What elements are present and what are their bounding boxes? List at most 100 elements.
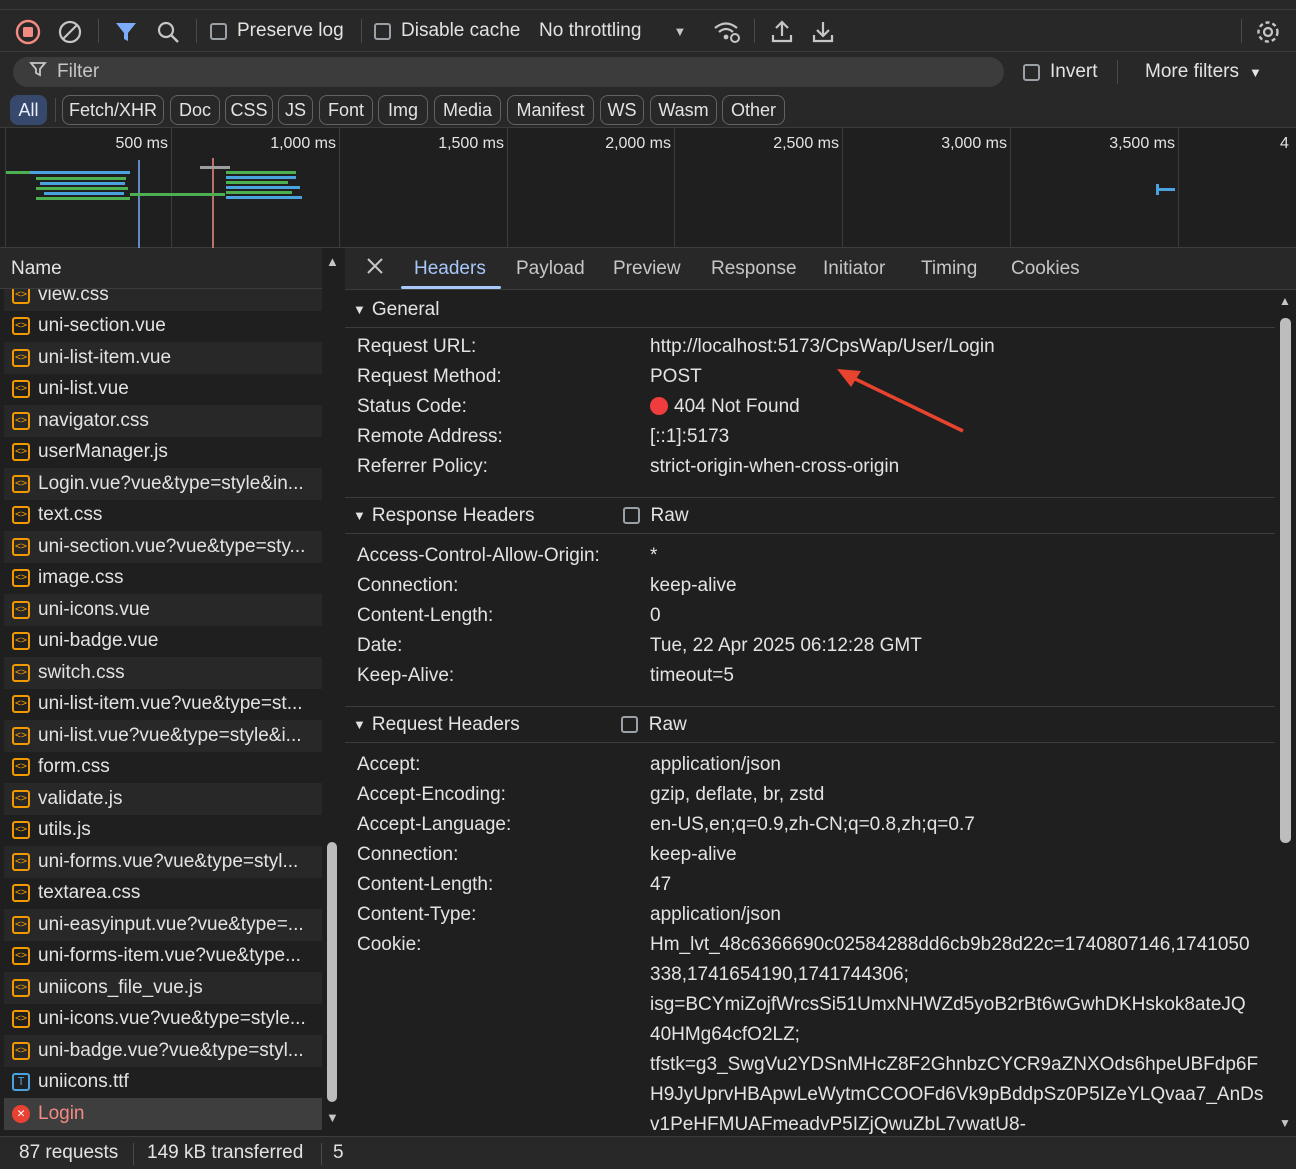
stop-recording-icon[interactable] [14, 18, 42, 46]
cookie-value-line: isg=BCYmiZojfWrcsSi51UmxNHWZd5yoB2rBt6wG… [650, 994, 1246, 1015]
request-name: uni-badge.vue?vue&type=styl... [38, 1039, 304, 1061]
code-file-icon: <> [12, 569, 30, 588]
tab-preview[interactable]: Preview [613, 258, 681, 280]
request-row[interactable]: <> uni-badge.vue [4, 626, 322, 658]
network-overview-timeline[interactable]: 500 ms 1,000 ms 1,500 ms 2,000 ms 2,500 … [0, 128, 1296, 248]
request-row[interactable]: <> image.css [4, 563, 322, 595]
disable-cache-checkbox[interactable]: Disable cache [374, 20, 520, 42]
disable-cache-box[interactable] [374, 22, 391, 40]
throttling-select[interactable]: No throttling ▼ [539, 20, 686, 42]
settings-gear-icon[interactable] [1254, 18, 1282, 46]
scroll-down-icon[interactable]: ▼ [1279, 1116, 1291, 1130]
status-text: 404 Not Found [674, 396, 800, 417]
header-key: Connection: [357, 844, 459, 865]
import-har-icon[interactable] [768, 18, 796, 46]
tab-payload[interactable]: Payload [516, 258, 585, 280]
request-name: Login [38, 1102, 85, 1124]
request-row[interactable]: <> utils.js [4, 815, 322, 847]
type-chip-js[interactable]: JS [278, 95, 313, 125]
general-section-header[interactable]: ▼ General [345, 292, 1275, 328]
request-row[interactable]: <> uni-forms.vue?vue&type=styl... [4, 846, 322, 878]
request-row[interactable]: Tuniicons.ttf [4, 1067, 322, 1099]
type-chip-wasm[interactable]: Wasm [650, 95, 717, 125]
filter-input[interactable]: Filter [13, 57, 1004, 87]
scroll-up-icon[interactable]: ▲ [1279, 294, 1291, 308]
request-row[interactable]: <> uni-easyinput.vue?vue&type=... [4, 909, 322, 941]
header-key: Accept-Encoding: [357, 784, 506, 805]
tab-response[interactable]: Response [711, 258, 797, 280]
tab-timing[interactable]: Timing [921, 258, 977, 280]
request-name: textarea.css [38, 882, 141, 904]
type-chip-media[interactable]: Media [434, 95, 501, 125]
request-list-scrollbar[interactable]: ▲ ▼ [322, 248, 344, 1136]
request-row[interactable]: <> switch.css [4, 657, 322, 689]
filter-icon[interactable] [112, 18, 140, 46]
request-row[interactable]: <> uni-list-item.vue?vue&type=st... [4, 689, 322, 721]
type-chip-doc[interactable]: Doc [170, 95, 220, 125]
request-row[interactable]: <> uni-icons.vue?vue&type=style... [4, 1004, 322, 1036]
request-list-pane: Name <> view.css <> uni-section.vue <> uni-li… [0, 248, 344, 1136]
request-row[interactable]: <> uni-list.vue [4, 374, 322, 406]
request-row[interactable]: <> navigator.css [4, 405, 322, 437]
tab-initiator[interactable]: Initiator [823, 258, 885, 280]
request-raw-checkbox[interactable] [620, 716, 638, 733]
response-raw-label: Raw [650, 504, 689, 526]
request-row[interactable]: <> text.css [4, 500, 322, 532]
response-headers-section-header[interactable]: ▼ Response Headers Raw [345, 498, 1275, 534]
type-chip-css[interactable]: CSS [225, 95, 273, 125]
type-chip-manifest[interactable]: Manifest [507, 95, 594, 125]
request-row[interactable]: <> form.css [4, 752, 322, 784]
request-row[interactable]: <> uni-list.vue?vue&type=style&i... [4, 720, 322, 752]
request-row[interactable]: <> uni-badge.vue?vue&type=styl... [4, 1035, 322, 1067]
request-row[interactable]: <> textarea.css [4, 878, 322, 910]
type-chip-other[interactable]: Other [722, 95, 785, 125]
request-row[interactable]: <> view.css [4, 289, 322, 311]
request-row[interactable]: <> Login.vue?vue&type=style&in... [4, 468, 322, 500]
close-icon[interactable] [365, 256, 385, 282]
clear-icon[interactable] [56, 18, 84, 46]
filter-placeholder: Filter [57, 61, 100, 82]
request-row[interactable]: <> uni-icons.vue [4, 594, 322, 626]
code-file-icon: <> [12, 289, 30, 304]
request-row[interactable]: <> uni-list-item.vue [4, 342, 322, 374]
type-chip-ws[interactable]: WS [600, 95, 644, 125]
request-headers-section-header[interactable]: ▼ Request Headers Raw [345, 707, 1275, 743]
network-conditions-icon[interactable] [712, 18, 742, 46]
preserve-log-checkbox[interactable]: Preserve log [210, 20, 344, 42]
details-scrollbar[interactable]: ▲ ▼ [1275, 290, 1296, 1136]
more-filters-dropdown[interactable]: More filters ▼ [1145, 61, 1262, 83]
header-key: Accept-Language: [357, 814, 512, 835]
type-chip-img[interactable]: Img [378, 95, 428, 125]
type-chip-all[interactable]: All [10, 95, 47, 125]
tab-cookies[interactable]: Cookies [1011, 258, 1080, 280]
request-row[interactable]: <> uni-section.vue [4, 311, 322, 343]
name-column-header[interactable]: Name [0, 248, 344, 289]
request-name: text.css [38, 504, 103, 526]
tab-headers[interactable]: Headers [414, 258, 486, 280]
scroll-up-icon[interactable]: ▲ [326, 254, 339, 269]
preserve-log-box[interactable] [210, 22, 227, 40]
request-row[interactable]: ✕ Login [4, 1098, 322, 1130]
invert-box[interactable] [1023, 63, 1040, 81]
scrollbar-thumb[interactable] [1280, 318, 1291, 843]
request-row[interactable]: <> validate.js [4, 783, 322, 815]
type-chip-fetch-xhr[interactable]: Fetch/XHR [62, 95, 164, 125]
request-name: uniicons_file_vue.js [38, 976, 203, 998]
response-raw-checkbox[interactable] [622, 507, 640, 524]
export-har-icon[interactable] [809, 18, 837, 46]
header-key: Content-Length: [357, 874, 494, 895]
request-row[interactable]: <> uni-forms-item.vue?vue&type... [4, 941, 322, 973]
request-row[interactable]: <> uni-section.vue?vue&type=sty... [4, 531, 322, 563]
scroll-down-icon[interactable]: ▼ [326, 1110, 339, 1125]
search-icon[interactable] [154, 18, 182, 46]
scrollbar-thumb[interactable] [327, 842, 337, 1102]
code-file-icon: <> [12, 695, 30, 714]
disable-cache-label: Disable cache [401, 20, 521, 41]
request-row[interactable]: <> uniicons_file_vue.js [4, 972, 322, 1004]
request-row[interactable]: <> userManager.js [4, 437, 322, 469]
header-key: Content-Type: [357, 904, 477, 925]
code-file-icon: <> [12, 380, 30, 399]
details-tab-bar: Headers Payload Preview Response Initiat… [345, 248, 1296, 290]
type-chip-font[interactable]: Font [319, 95, 373, 125]
invert-checkbox[interactable]: Invert [1023, 61, 1098, 83]
